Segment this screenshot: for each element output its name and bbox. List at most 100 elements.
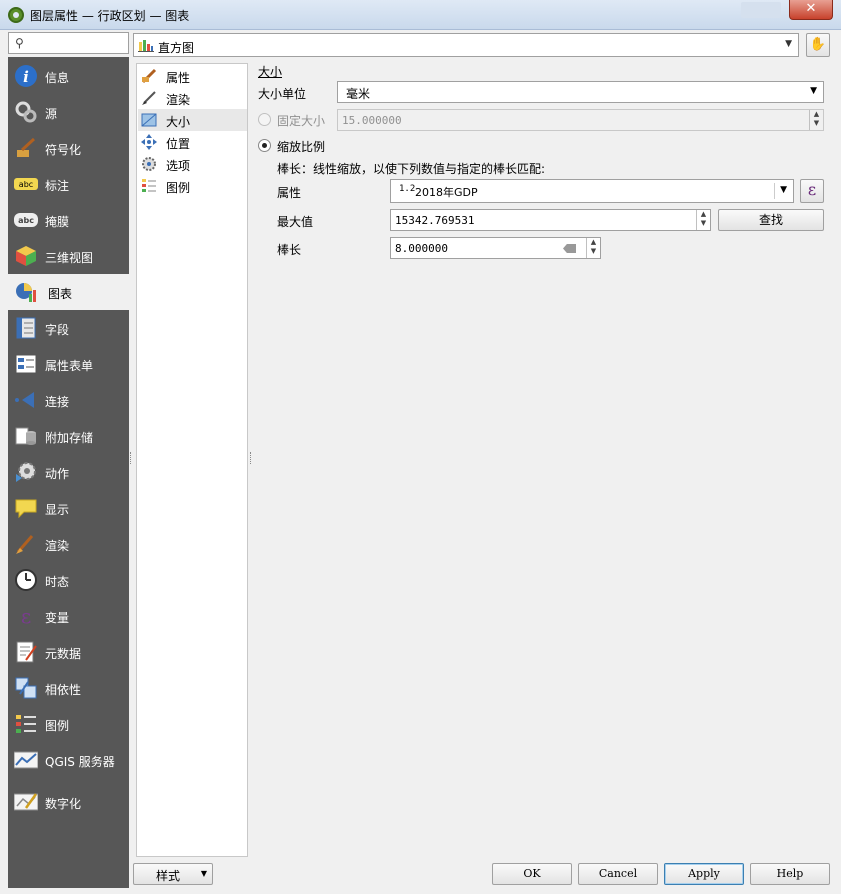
rendering-icon xyxy=(16,535,34,554)
subnav-item-label: 渲染 xyxy=(166,93,191,107)
variables-icon: ε xyxy=(21,604,31,628)
fixed-size-spinbox[interactable]: 15.000000 ▲ ▼ xyxy=(337,109,824,131)
style-menu-button[interactable]: 样式 ▼ xyxy=(133,863,213,885)
max-value-spinbox[interactable]: 15342.769531 ▲ ▼ xyxy=(390,209,711,231)
diagram-type-select[interactable]: 直方图 ▼ xyxy=(133,33,799,57)
fixed-size-label: 固定大小 xyxy=(277,114,326,128)
splitter-handle[interactable] xyxy=(130,452,132,464)
auxiliary-storage-icon xyxy=(15,427,36,445)
fixed-size-radio[interactable] xyxy=(258,113,271,126)
max-value-value: 15342.769531 xyxy=(395,214,475,227)
bar-length-spinbox[interactable]: 8.000000 ▲ ▼ xyxy=(390,237,601,259)
size-unit-label: 大小单位 xyxy=(258,87,307,101)
attributes-form-icon xyxy=(15,354,37,374)
sidebar-item-label: 掩膜 xyxy=(45,215,70,229)
close-button[interactable]: ✕ xyxy=(789,0,833,20)
sidebar-item-label: 信息 xyxy=(45,71,70,85)
expression-button[interactable]: ε xyxy=(800,179,824,203)
apply-button[interactable]: Apply xyxy=(664,863,744,885)
spin-arrows-icon: ▲ ▼ xyxy=(696,210,710,230)
sidebar-item-joins[interactable]: 连接 xyxy=(8,382,129,418)
sidebar-item-label: 图表 xyxy=(48,287,73,301)
style-button-label: 样式 xyxy=(156,869,181,883)
sidebar-item-dependencies[interactable]: 相依性 xyxy=(8,670,129,706)
bar-length-label: 棒长 xyxy=(277,243,302,257)
sidebar-item-qgis-server[interactable]: QGIS 服务器 xyxy=(8,742,129,778)
help-button[interactable]: Help xyxy=(750,863,830,885)
subnav-item-attributes[interactable]: 属性 xyxy=(138,65,247,87)
scaled-size-label: 缩放比例 xyxy=(277,140,326,154)
diagram-type-value: 直方图 xyxy=(158,41,195,55)
dependencies-icon xyxy=(15,677,37,699)
hand-icon: ✋ xyxy=(809,37,827,52)
scaled-description: 棒长：线性缩放，以使下列数值与指定的棒长匹配: xyxy=(277,162,546,176)
sidebar-item-diagrams[interactable]: 图表 xyxy=(8,274,129,310)
title-bar: 图层属性 — 行政区划 — 图表 ✕ xyxy=(0,0,841,30)
metadata-icon xyxy=(16,641,37,663)
sidebar-item-info[interactable]: i 信息 xyxy=(8,58,129,94)
sidebar-item-display[interactable]: 显示 xyxy=(8,490,129,526)
sidebar-item-attributes-form[interactable]: 属性表单 xyxy=(8,346,129,382)
mask-icon: abc xyxy=(14,213,38,227)
subnav-item-legend[interactable]: 图例 xyxy=(138,175,247,197)
diagram-subnav: 属性 渲染 大小 位置 选项 图例 xyxy=(136,63,248,857)
sidebar-item-legend[interactable]: 图例 xyxy=(8,706,129,742)
attribute-select[interactable]: 1.2 2018年GDP ▼ xyxy=(390,179,794,203)
numeric-field-icon: 1.2 xyxy=(399,184,416,194)
fields-icon xyxy=(16,317,36,339)
chevron-down-icon: ▼ xyxy=(785,39,792,49)
combo-divider xyxy=(774,183,775,199)
subnav-item-label: 选项 xyxy=(166,159,191,173)
histogram-icon xyxy=(138,40,154,52)
layer-style-button[interactable]: ✋ xyxy=(806,33,830,57)
subnav-item-options[interactable]: 选项 xyxy=(138,153,247,175)
legend-icon xyxy=(142,179,156,192)
ok-button[interactable]: OK xyxy=(492,863,572,885)
fixed-size-value: 15.000000 xyxy=(342,114,402,127)
clear-icon[interactable] xyxy=(563,244,576,253)
3d-view-icon xyxy=(16,246,36,266)
sidebar-item-label: 字段 xyxy=(45,323,70,337)
actions-icon xyxy=(16,462,36,482)
expression-epsilon-icon: ε xyxy=(807,180,817,199)
labels-icon: abc xyxy=(14,178,38,190)
sidebar-item-actions[interactable]: 动作 xyxy=(8,454,129,490)
subnav-item-rendering[interactable]: 渲染 xyxy=(138,87,247,109)
cancel-button[interactable]: Cancel xyxy=(578,863,658,885)
sidebar-item-label: 源 xyxy=(45,107,58,121)
sidebar-item-symbology[interactable]: 符号化 xyxy=(8,130,129,166)
sidebar-item-label: 相依性 xyxy=(45,683,82,697)
find-button[interactable]: 查找 xyxy=(718,209,824,231)
qgis-logo-icon xyxy=(8,7,24,23)
sidebar-item-auxiliary-storage[interactable]: 附加存储 xyxy=(8,418,129,454)
sidebar-item-3d-view[interactable]: 三维视图 xyxy=(8,238,129,274)
qgis-server-icon xyxy=(14,751,38,769)
sidebar-item-variables[interactable]: ε 变量 xyxy=(8,598,129,634)
sidebar-item-label: 三维视图 xyxy=(45,251,94,265)
subnav-item-placement[interactable]: 位置 xyxy=(138,131,247,153)
sidebar-item-temporal[interactable]: 时态 xyxy=(8,562,129,598)
sidebar-item-digitizing[interactable]: 数字化 xyxy=(8,784,129,820)
digitizing-icon xyxy=(14,793,38,811)
move-icon xyxy=(141,134,157,150)
info-icon: i xyxy=(15,65,37,87)
svg-text:i: i xyxy=(23,68,29,86)
sidebar-item-label: 符号化 xyxy=(45,143,82,157)
max-value-label: 最大值 xyxy=(277,215,314,229)
search-input[interactable]: ⚲ xyxy=(8,32,129,54)
search-icon: ⚲ xyxy=(15,36,24,50)
sidebar-item-mask[interactable]: abc 掩膜 xyxy=(8,202,129,238)
chevron-down-icon: ▼ xyxy=(200,869,207,878)
attributes-icon xyxy=(141,68,157,84)
sidebar-item-fields[interactable]: 字段 xyxy=(8,310,129,346)
sidebar: i 信息 源 符号化 abc 标注 abc 掩膜 三维视图 图表 字段 属性表单… xyxy=(8,57,129,888)
sidebar-item-metadata[interactable]: 元数据 xyxy=(8,634,129,670)
subnav-item-size[interactable]: 大小 xyxy=(138,109,247,131)
scaled-size-radio[interactable] xyxy=(258,139,271,152)
sidebar-item-rendering[interactable]: 渲染 xyxy=(8,526,129,562)
sidebar-item-source[interactable]: 源 xyxy=(8,94,129,130)
sidebar-item-labels[interactable]: abc 标注 xyxy=(8,166,129,202)
chevron-down-icon: ▼ xyxy=(810,86,817,96)
sidebar-item-label: 附加存储 xyxy=(45,431,94,445)
size-unit-select[interactable]: 毫米 ▼ xyxy=(337,81,824,103)
